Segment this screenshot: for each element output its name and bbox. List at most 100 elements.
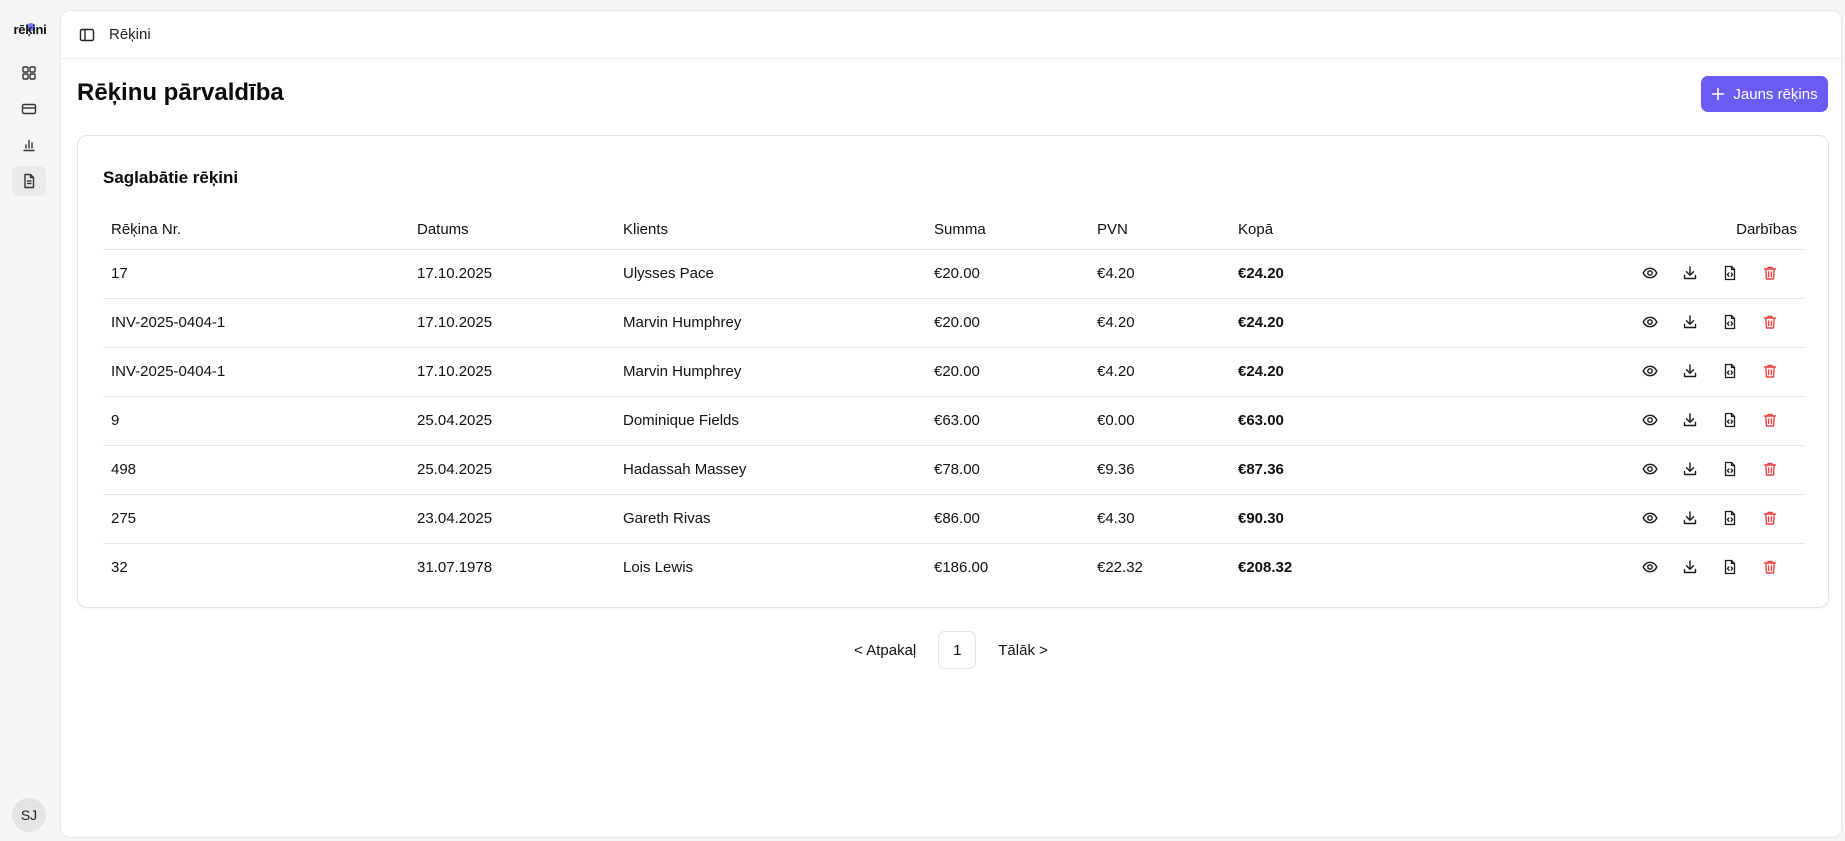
pagination-prev-button[interactable]: < Atpakaļ (844, 642, 926, 659)
cell-actions (1430, 543, 1805, 592)
cell-number: 275 (103, 494, 409, 544)
view-button[interactable] (1640, 557, 1660, 577)
sidebar-item-invoices[interactable] (12, 166, 46, 196)
table-row: 32 31.07.1978 Lois Lewis €186.00 €22.32 … (103, 543, 1805, 592)
eye-icon (1642, 365, 1658, 376)
export-xml-button[interactable] (1720, 410, 1740, 430)
download-icon (1683, 314, 1697, 328)
sidebar-toggle-icon (79, 28, 95, 42)
cell-date: 17.10.2025 (409, 249, 615, 299)
avatar[interactable]: SJ (12, 798, 46, 832)
export-xml-button[interactable] (1720, 557, 1740, 577)
table-row: INV-2025-0404-1 17.10.2025 Marvin Humphr… (103, 298, 1805, 348)
sidebar-item-dashboard[interactable] (12, 58, 46, 88)
invoices-table: Rēķina Nr. Datums Klients Summa PVN Kopā… (103, 211, 1805, 592)
column-header-vat: PVN (1089, 211, 1230, 250)
download-icon (1683, 461, 1697, 475)
cell-vat: €4.20 (1089, 249, 1230, 299)
eye-icon (1642, 414, 1658, 425)
cell-total: €90.30 (1230, 494, 1430, 544)
sidebar: rēķini SJ (0, 0, 60, 841)
eye-icon (1642, 267, 1658, 278)
view-button[interactable] (1640, 312, 1660, 332)
code-file-icon (1724, 510, 1736, 525)
sidebar-item-payments[interactable] (12, 94, 46, 124)
cell-number: INV-2025-0404-1 (103, 347, 409, 397)
export-xml-button[interactable] (1720, 312, 1740, 332)
cell-client: Marvin Humphrey (615, 298, 926, 348)
cell-client: Marvin Humphrey (615, 347, 926, 397)
cell-date: 17.10.2025 (409, 298, 615, 348)
cell-vat: €4.20 (1089, 347, 1230, 397)
download-button[interactable] (1680, 459, 1700, 479)
cell-sum: €78.00 (926, 445, 1089, 495)
saved-invoices-card: Saglabātie rēķini Rēķina Nr. Datums Klie… (77, 135, 1829, 608)
bar-chart-icon (23, 139, 35, 152)
download-button[interactable] (1680, 557, 1700, 577)
code-file-icon (1724, 314, 1736, 329)
download-button[interactable] (1680, 361, 1700, 381)
delete-button[interactable] (1760, 410, 1780, 430)
page-title: Rēķinu pārvaldība (77, 79, 284, 106)
top-bar: Rēķini (61, 11, 1841, 59)
cell-date: 17.10.2025 (409, 347, 615, 397)
trash-icon (1763, 266, 1777, 280)
pagination-next-button[interactable]: Tālāk > (988, 642, 1058, 659)
delete-button[interactable] (1760, 312, 1780, 332)
cell-total: €63.00 (1230, 396, 1430, 446)
cell-actions (1430, 347, 1805, 397)
export-xml-button[interactable] (1720, 361, 1740, 381)
new-invoice-button[interactable]: Jauns rēķins (1701, 76, 1828, 112)
cell-sum: €186.00 (934, 559, 989, 577)
app-logo[interactable]: rēķini (8, 22, 52, 44)
download-button[interactable] (1680, 263, 1700, 283)
breadcrumb[interactable]: Rēķini (109, 26, 151, 43)
column-header-total: Kopā (1230, 211, 1430, 250)
code-file-icon (1724, 412, 1736, 427)
delete-button[interactable] (1760, 557, 1780, 577)
delete-button[interactable] (1760, 459, 1780, 479)
column-header-client: Klients (615, 211, 926, 250)
cell-sum: €20.00 (926, 249, 1089, 299)
cell-total: €24.20 (1230, 298, 1430, 348)
cell-sum: €20.00 (926, 347, 1089, 397)
pagination-page-1[interactable]: 1 (938, 631, 977, 669)
cell-actions (1430, 494, 1805, 544)
export-xml-button[interactable] (1720, 263, 1740, 283)
cell-date: 23.04.2025 (409, 494, 615, 544)
cell-client: Lois Lewis (623, 559, 694, 577)
trash-icon (1763, 511, 1777, 525)
cell-vat: €4.30 (1089, 494, 1230, 544)
cell-vat: €9.36 (1089, 445, 1230, 495)
column-header-date: Datums (409, 211, 615, 250)
view-button[interactable] (1640, 508, 1660, 528)
sidebar-item-reports[interactable] (12, 130, 46, 160)
cell-date: 31.07.1978 (417, 559, 493, 577)
delete-button[interactable] (1760, 263, 1780, 283)
code-file-icon (1724, 559, 1736, 574)
view-button[interactable] (1640, 361, 1660, 381)
delete-button[interactable] (1760, 361, 1780, 381)
sidebar-toggle-button[interactable] (77, 25, 97, 45)
cell-total: €24.20 (1230, 249, 1430, 299)
cell-vat: €22.32 (1097, 559, 1143, 577)
table-row: 17 17.10.2025 Ulysses Pace €20.00 €4.20 … (103, 249, 1805, 299)
view-button[interactable] (1640, 459, 1660, 479)
export-xml-button[interactable] (1720, 459, 1740, 479)
cell-actions (1430, 396, 1805, 446)
view-button[interactable] (1640, 263, 1660, 283)
table-row: 275 23.04.2025 Gareth Rivas €86.00 €4.30… (103, 494, 1805, 544)
delete-button[interactable] (1760, 508, 1780, 528)
cell-client: Hadassah Massey (615, 445, 926, 495)
trash-icon (1763, 315, 1777, 329)
cell-date: 25.04.2025 (409, 396, 615, 446)
download-icon (1683, 560, 1697, 573)
cell-total: €208.32 (1238, 559, 1293, 577)
code-file-icon (1724, 461, 1736, 476)
download-button[interactable] (1680, 410, 1700, 430)
download-button[interactable] (1680, 312, 1700, 332)
download-button[interactable] (1680, 508, 1700, 528)
export-xml-button[interactable] (1720, 508, 1740, 528)
code-file-icon (1724, 265, 1736, 280)
view-button[interactable] (1640, 410, 1660, 430)
